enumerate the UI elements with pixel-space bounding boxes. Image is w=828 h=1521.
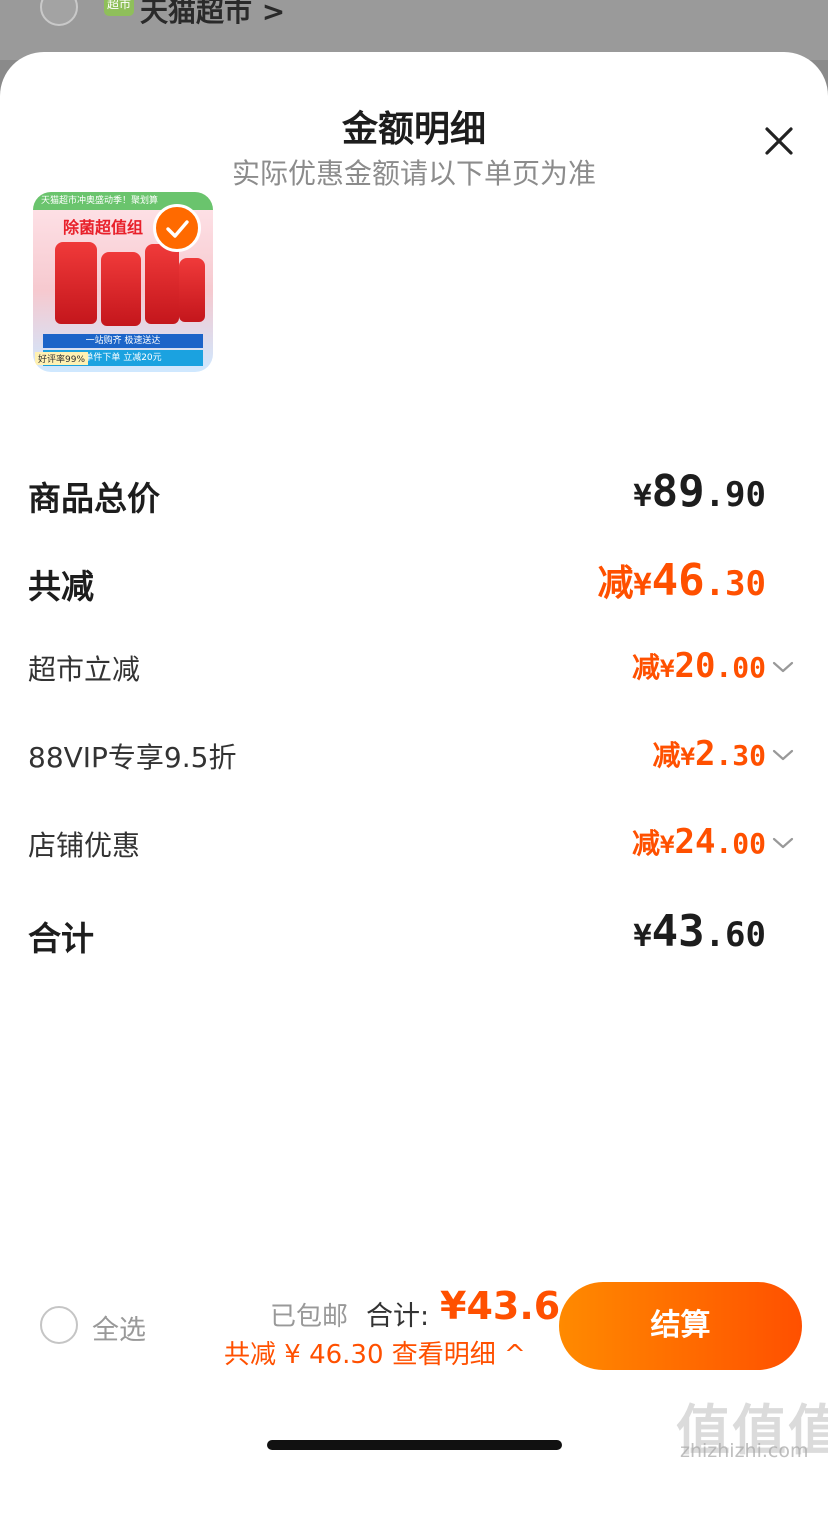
select-all-radio[interactable] xyxy=(40,1306,78,1344)
thumbnail-caption: 一站购齐 极速送达 xyxy=(43,334,203,348)
goods-total-label: 商品总价 xyxy=(28,479,160,518)
thumbnail-main-banner: 除菌超值组 xyxy=(63,218,144,237)
total-discount-label: 共减 xyxy=(28,567,94,606)
currency-symbol: ¥ xyxy=(680,743,695,771)
store-badge: 超市 xyxy=(104,0,134,16)
store-name-link[interactable]: 天猫超市 > xyxy=(140,0,285,30)
sum-row: 合计 ¥43.60 xyxy=(28,906,798,962)
home-indicator xyxy=(267,1440,562,1450)
discount-prefix: 减 xyxy=(632,651,661,684)
footer-total-value: ¥43.6 xyxy=(440,1284,561,1328)
total-discount-row: 共减 减¥46.30 xyxy=(28,554,798,610)
free-shipping-label: 已包邮 xyxy=(270,1302,349,1332)
amount-decimal: .90 xyxy=(704,475,766,515)
product-bottle-graphic xyxy=(101,252,141,326)
discount-item-amount: 减¥20.00 xyxy=(632,646,766,686)
view-detail-link[interactable]: 共减 ¥ 46.30 查看明细 ^ xyxy=(224,1334,526,1371)
total-discount-amount: 减¥46.30 xyxy=(598,554,766,606)
discount-item-amount: 减¥2.30 xyxy=(652,734,766,774)
product-bottle-graphic xyxy=(55,242,97,324)
discount-item-label: 88VIP专享9.5折 xyxy=(28,741,237,774)
currency-symbol: ¥ xyxy=(633,568,652,603)
thumbnail-rating: 好评率99% xyxy=(35,352,89,365)
amount-integer: 43 xyxy=(651,906,705,957)
currency-symbol: ¥ xyxy=(660,655,675,683)
selected-check-icon[interactable] xyxy=(153,204,201,252)
goods-total-row: 商品总价 ¥89.90 xyxy=(28,466,798,522)
sheet-subtitle: 实际优惠金额请以下单页为准 xyxy=(231,157,596,190)
discount-prefix: 减 xyxy=(632,827,661,860)
discount-item-label: 超市立减 xyxy=(28,653,141,686)
amount-decimal: .00 xyxy=(715,651,766,684)
discount-prefix: 减 xyxy=(597,563,634,604)
goods-total-amount: ¥89.90 xyxy=(634,466,766,517)
discount-item-store[interactable]: 店铺优惠 减¥24.00 xyxy=(28,822,798,866)
discount-item-label: 店铺优惠 xyxy=(28,829,141,862)
select-all-label[interactable]: 全选 xyxy=(92,1308,146,1347)
product-bottle-graphic xyxy=(145,244,179,324)
chevron-down-icon[interactable] xyxy=(772,836,794,850)
chevron-down-icon[interactable] xyxy=(772,660,794,674)
amount-decimal: .00 xyxy=(715,827,766,860)
amount-decimal: .30 xyxy=(715,739,766,772)
amount-integer: 46 xyxy=(651,555,705,606)
discount-prefix: 减 xyxy=(652,739,681,772)
sheet-title: 金额明细 xyxy=(341,109,486,150)
product-bottle-graphic xyxy=(179,258,205,322)
amount-integer: 24 xyxy=(674,822,716,862)
amount-decimal: .60 xyxy=(704,915,766,955)
watermark-url: zhizhizhi.com xyxy=(680,1440,809,1462)
currency-symbol: ¥ xyxy=(633,479,652,514)
sum-amount: ¥43.60 xyxy=(634,906,766,957)
amount-integer: 89 xyxy=(651,466,705,517)
amount-integer: 20 xyxy=(674,646,716,686)
currency-symbol: ¥ xyxy=(660,831,675,859)
chevron-down-icon[interactable] xyxy=(772,748,794,762)
checkout-button[interactable]: 结算 xyxy=(559,1282,802,1370)
amount-integer: 2 xyxy=(694,734,716,774)
currency-symbol: ¥ xyxy=(633,919,652,954)
close-icon[interactable] xyxy=(758,120,800,162)
discount-item-88vip[interactable]: 88VIP专享9.5折 减¥2.30 xyxy=(28,734,798,778)
discount-item-supermarket[interactable]: 超市立减 减¥20.00 xyxy=(28,646,798,690)
amount-decimal: .30 xyxy=(704,564,766,604)
sum-label: 合计 xyxy=(28,919,94,958)
footer-total-label: 合计: xyxy=(366,1301,430,1332)
discount-item-amount: 减¥24.00 xyxy=(632,822,766,862)
